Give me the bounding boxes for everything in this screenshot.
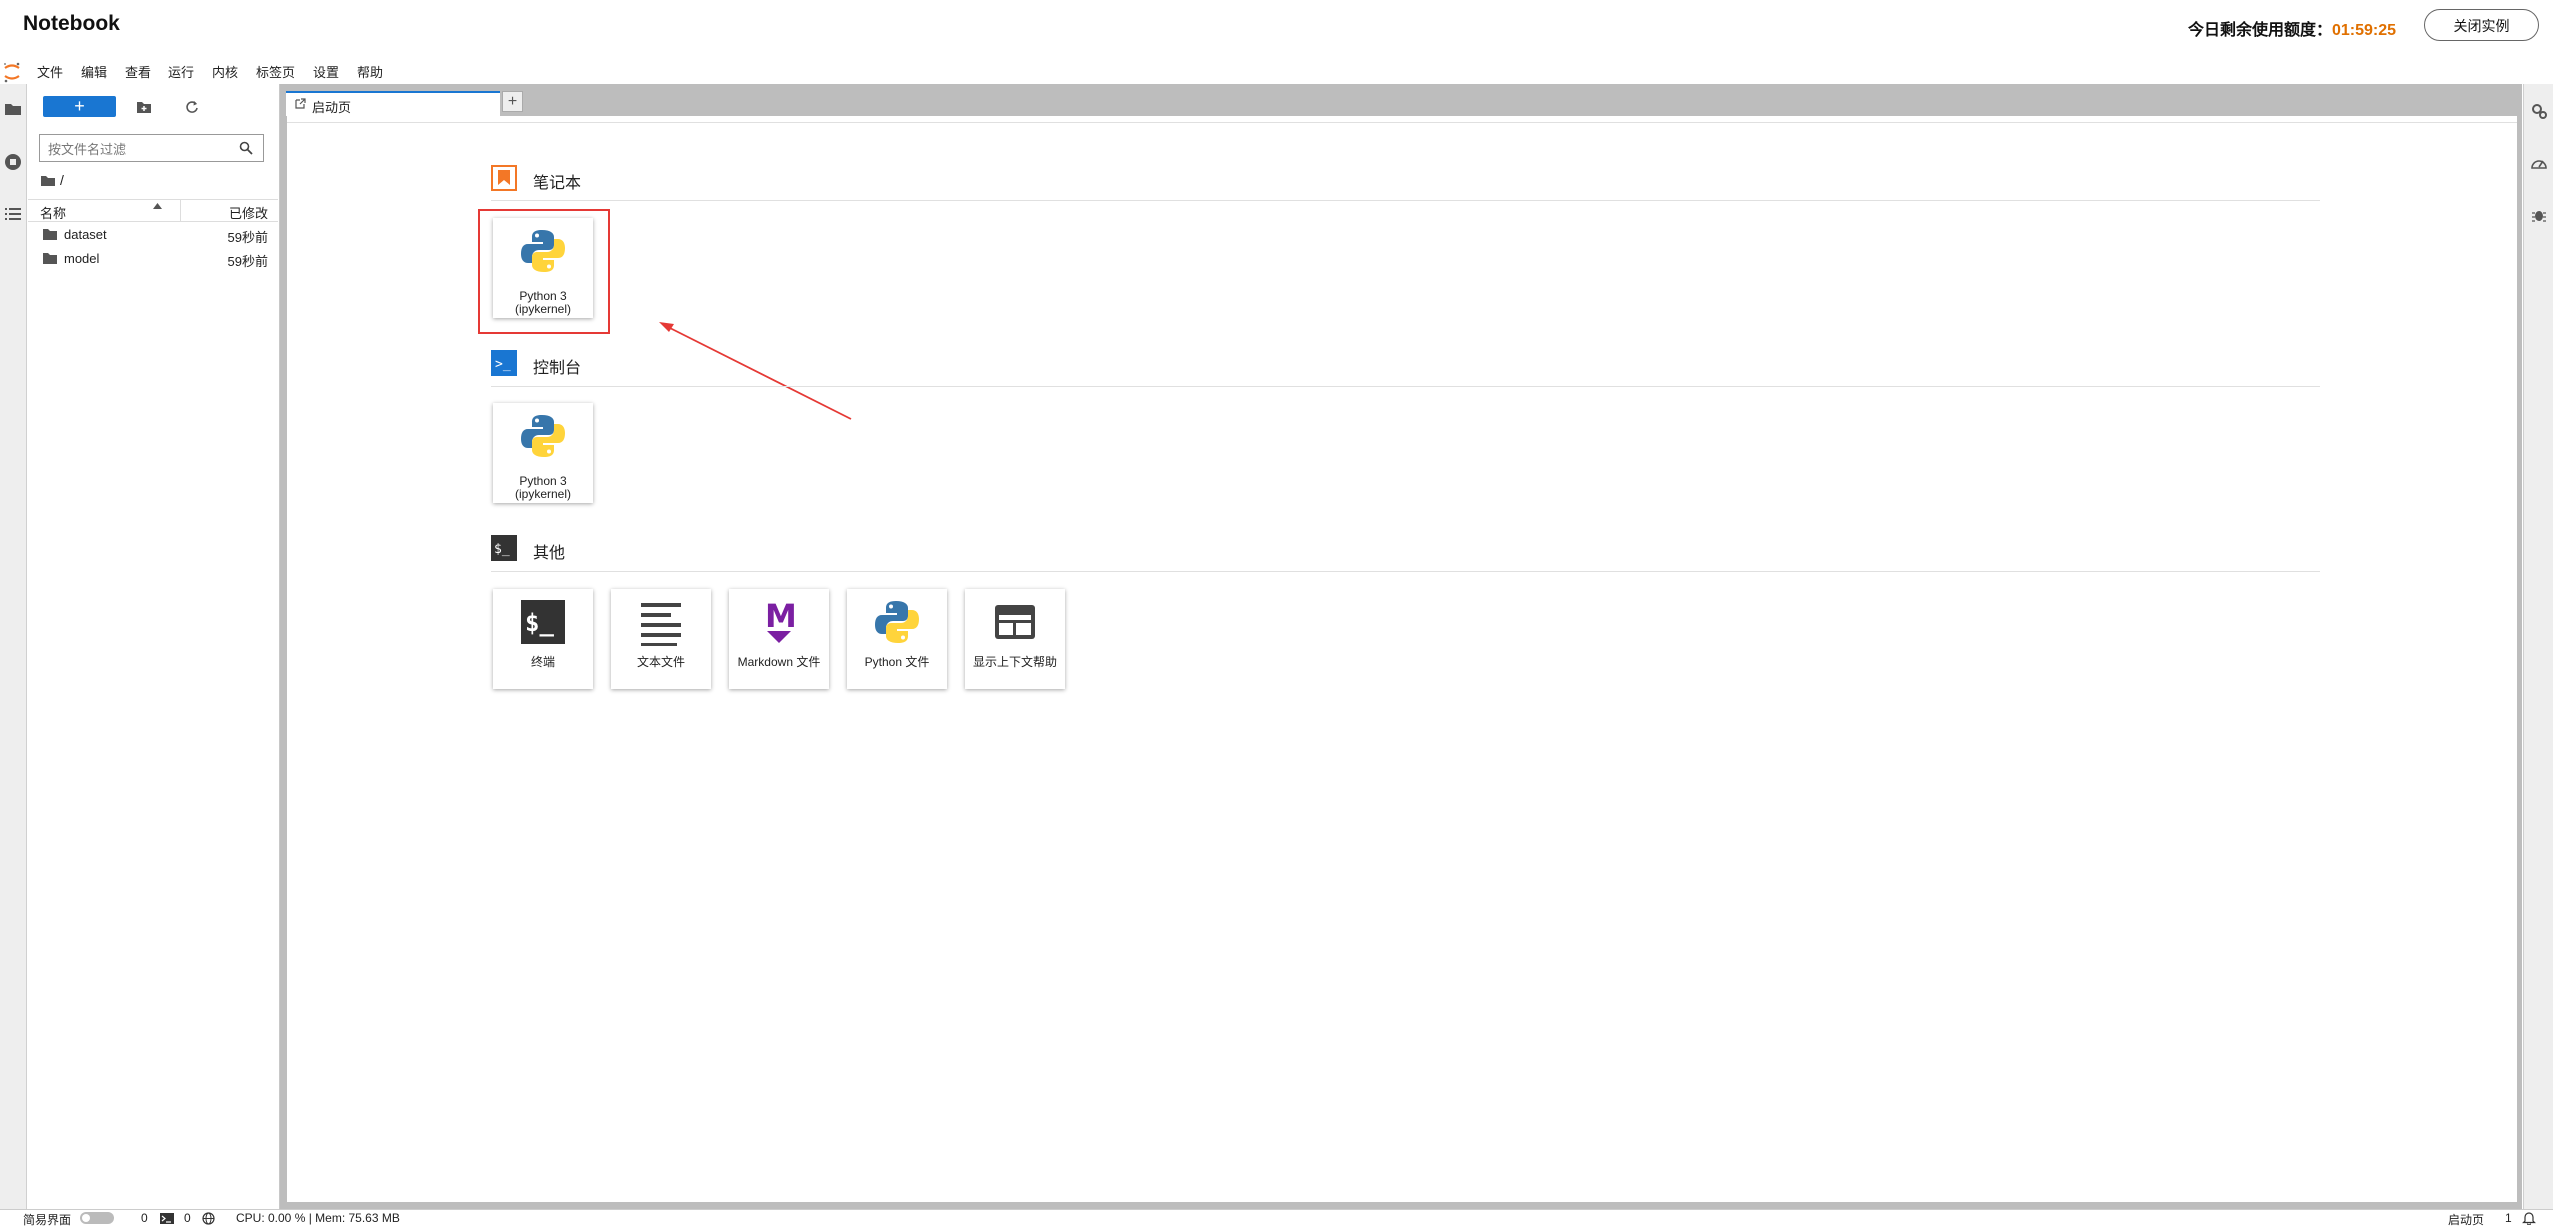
- quota-indicator: 今日剩余使用额度：01:59:25: [2188, 16, 2396, 40]
- folder-icon[interactable]: [2, 98, 24, 120]
- right-sidebar: [2523, 84, 2553, 1209]
- file-list-header: 名称 已修改: [28, 199, 278, 222]
- context-help-icon: [995, 605, 1035, 639]
- file-name: dataset: [64, 227, 107, 242]
- menu-tabs[interactable]: 标签页: [256, 62, 295, 81]
- running-sessions-icon[interactable]: [2, 151, 24, 173]
- file-row-model[interactable]: model 59秒前: [28, 247, 278, 271]
- simple-mode-toggle[interactable]: [80, 1212, 114, 1224]
- folder-icon: [41, 175, 55, 186]
- file-modified: 59秒前: [227, 254, 268, 269]
- menu-view[interactable]: 查看: [125, 62, 151, 81]
- bell-icon[interactable]: [2522, 1211, 2536, 1225]
- file-name: model: [64, 251, 100, 266]
- folder-icon: [43, 229, 57, 240]
- breadcrumb[interactable]: /: [41, 171, 64, 189]
- text-file-icon: [641, 603, 681, 646]
- text-file-card[interactable]: 文本文件: [611, 589, 711, 689]
- menu-edit[interactable]: 编辑: [81, 62, 107, 81]
- tab-label: 启动页: [312, 100, 352, 115]
- tab-launcher[interactable]: 启动页: [286, 91, 500, 116]
- table-of-contents-icon[interactable]: [2, 203, 24, 225]
- tab-bar: [280, 84, 2522, 116]
- annotation-highlight-box: [478, 209, 610, 334]
- file-filter[interactable]: [39, 134, 264, 162]
- debugger-bug-icon[interactable]: [2528, 204, 2550, 226]
- menu-file[interactable]: 文件: [37, 62, 63, 81]
- breadcrumb-root[interactable]: /: [60, 172, 64, 188]
- markdown-icon: M: [765, 597, 797, 643]
- other-section-icon: $_: [491, 535, 517, 561]
- add-tab-button[interactable]: +: [502, 91, 523, 112]
- left-sidebar: [0, 84, 27, 1209]
- markdown-file-card[interactable]: M Markdown 文件: [729, 589, 829, 689]
- launcher-top-divider: [287, 122, 2517, 123]
- card-label: Python 文件: [864, 655, 930, 669]
- terminal-card[interactable]: $_ 终端: [493, 589, 593, 689]
- column-name-header[interactable]: 名称: [40, 203, 66, 222]
- top-bar: [0, 0, 2553, 52]
- file-filter-input[interactable]: [46, 139, 230, 159]
- menu-help[interactable]: 帮助: [357, 62, 383, 81]
- terminals-count[interactable]: 0: [184, 1211, 191, 1225]
- menu-kernel[interactable]: 内核: [212, 62, 238, 81]
- status-bar: 简易界面 0 0 CPU: 0.00 % | Mem: 75.63 MB 启动页…: [0, 1209, 2553, 1227]
- card-label: 文本文件: [636, 655, 685, 669]
- jupyter-logo-icon: [4, 62, 20, 83]
- menu-settings[interactable]: 设置: [313, 62, 339, 81]
- terminal-icon: $_: [521, 600, 565, 644]
- console-section-icon: >_: [491, 350, 517, 376]
- folder-icon: [43, 253, 57, 264]
- app-title: Notebook: [23, 12, 120, 35]
- notebook-section-title: 笔记本: [533, 175, 582, 192]
- card-label-line2: (ipykernel): [514, 487, 571, 501]
- python-file-card[interactable]: Python 文件: [847, 589, 947, 689]
- quota-time: 01:59:25: [2331, 22, 2396, 39]
- globe-icon[interactable]: [202, 1212, 215, 1225]
- column-modified-header[interactable]: 已修改: [229, 203, 268, 222]
- file-row-dataset[interactable]: dataset 59秒前: [28, 223, 278, 247]
- property-inspector-icon[interactable]: [2528, 100, 2550, 122]
- card-label: Markdown 文件: [737, 655, 821, 669]
- annotation-arrow: [659, 322, 852, 420]
- other-section-title: 其他: [533, 545, 566, 562]
- python-icon: [875, 601, 919, 643]
- kernels-count[interactable]: 0: [141, 1211, 148, 1225]
- section-divider: [491, 571, 2320, 572]
- search-icon: [239, 141, 253, 155]
- markdown-glyph: M: [765, 597, 797, 635]
- launch-icon: [295, 98, 306, 109]
- simple-mode-label: 简易界面: [23, 1213, 72, 1227]
- terminal-glyph: $_: [494, 542, 510, 557]
- notebook-section-icon: [491, 165, 517, 191]
- column-divider[interactable]: [180, 200, 181, 221]
- card-label: Python 3 (ipykernel): [493, 475, 593, 501]
- menu-run[interactable]: 运行: [168, 62, 194, 81]
- section-divider: [491, 386, 2320, 387]
- context-help-card[interactable]: 显示上下文帮助: [965, 589, 1065, 689]
- active-tab-label: 启动页: [2448, 1213, 2485, 1227]
- sort-ascending-icon: [153, 203, 162, 209]
- refresh-icon[interactable]: [182, 98, 202, 116]
- notification-count: 1: [2505, 1211, 2512, 1225]
- terminal-glyph: $_: [525, 609, 554, 637]
- card-label: 显示上下文帮助: [972, 655, 1057, 669]
- gauge-icon[interactable]: [2528, 152, 2550, 174]
- console-glyph: >_: [495, 357, 511, 372]
- resource-usage: CPU: 0.00 % | Mem: 75.63 MB: [236, 1211, 400, 1225]
- python-icon: [521, 415, 565, 457]
- new-launcher-button[interactable]: +: [43, 96, 116, 117]
- close-instance-button[interactable]: 关闭实例: [2424, 9, 2539, 41]
- console-python3-card[interactable]: Python 3 (ipykernel): [493, 403, 593, 503]
- card-label: 终端: [530, 655, 555, 669]
- console-section-title: 控制台: [533, 360, 582, 377]
- quota-label: 今日剩余使用额度：: [2187, 22, 2332, 39]
- terminal-status-icon: [160, 1213, 174, 1224]
- section-divider: [491, 200, 2320, 201]
- file-modified: 59秒前: [227, 230, 268, 245]
- new-folder-icon[interactable]: [134, 98, 154, 116]
